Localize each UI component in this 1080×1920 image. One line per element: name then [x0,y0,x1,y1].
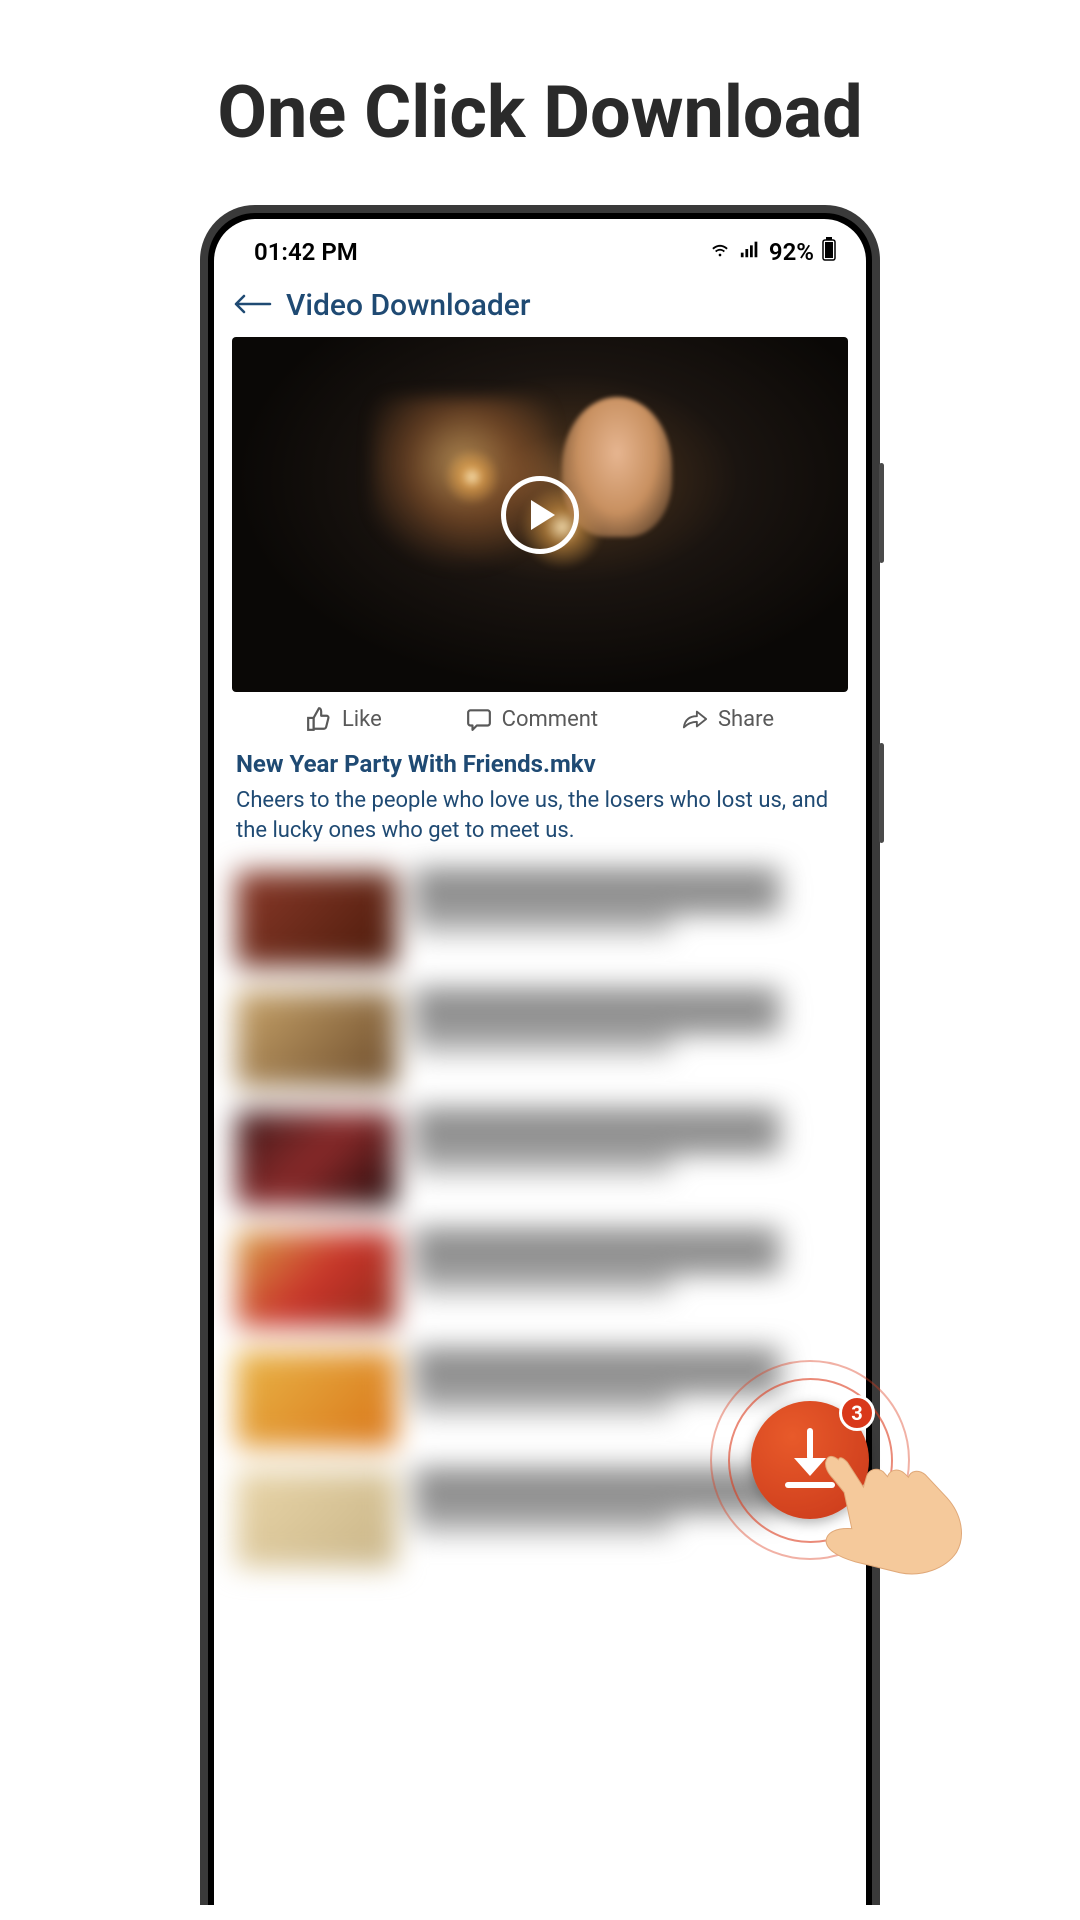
status-right: 92% [709,237,836,267]
list-thumbnail [236,991,396,1087]
status-time: 01:42 PM [254,238,358,266]
comment-label: Comment [502,707,598,732]
like-button[interactable]: Like [306,706,382,732]
list-thumbnail [236,871,396,967]
phone-screen: 01:42 PM 92% Video Downloader [214,219,866,1905]
action-bar: Like Comment Share [214,692,866,744]
list-thumbnail [236,1231,396,1327]
share-label: Share [718,707,774,732]
list-item [236,871,844,967]
list-thumbnail [236,1351,396,1447]
back-arrow-icon[interactable] [232,285,272,325]
comment-button[interactable]: Comment [466,706,598,732]
wifi-icon [709,238,731,266]
comment-icon [466,706,492,732]
app-title: Video Downloader [286,288,530,323]
status-bar: 01:42 PM 92% [214,219,866,275]
promo-title: One Click Download [0,0,1080,205]
share-icon [682,706,708,732]
video-thumbnail[interactable] [232,337,848,692]
battery-icon [822,237,836,267]
play-icon [531,500,555,530]
app-header: Video Downloader [214,275,866,337]
video-caption: Cheers to the people who love us, the lo… [214,782,866,859]
list-item [236,1231,844,1327]
sparkler-effect [432,437,512,517]
play-button[interactable] [501,476,579,554]
signal-icon [739,238,761,266]
like-label: Like [342,707,382,732]
list-item [236,1111,844,1207]
video-title: New Year Party With Friends.mkv [214,744,866,782]
phone-frame: 01:42 PM 92% Video Downloader [200,205,880,1905]
status-battery: 92% [769,238,814,266]
list-thumbnail [236,1471,396,1567]
share-button[interactable]: Share [682,706,774,732]
phone-side-button [879,743,884,843]
phone-side-button [879,463,884,563]
list-item [236,991,844,1087]
thumbs-up-icon [306,706,332,732]
list-thumbnail [236,1111,396,1207]
